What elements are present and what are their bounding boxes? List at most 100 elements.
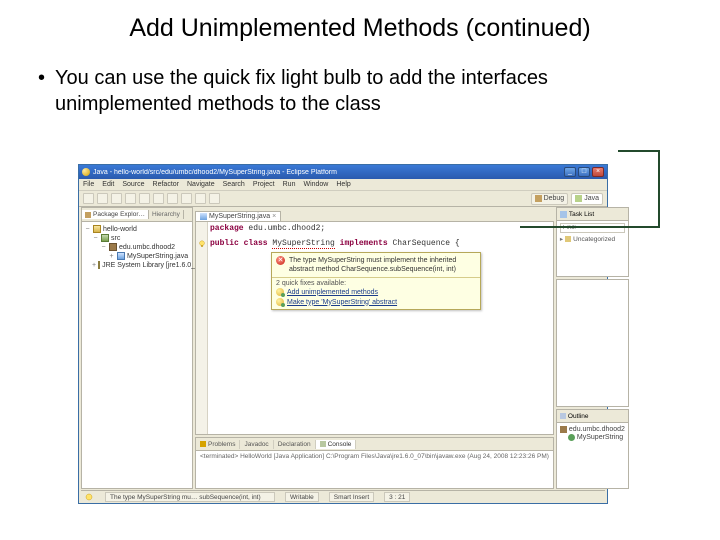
outline-view: Outline edu.umbc.dhood2 MySuperString — [556, 409, 629, 489]
class-icon — [568, 434, 575, 441]
menu-run[interactable]: Run — [283, 181, 296, 188]
class-name-error: MySuperString — [272, 239, 334, 249]
debug-icon — [535, 195, 542, 202]
toolbar-icon[interactable] — [97, 193, 108, 204]
right-column: Task List ▸ All ▸ Uncategorized Outline — [556, 207, 629, 489]
outline-class[interactable]: MySuperString — [560, 434, 625, 441]
tree-package[interactable]: −edu.umbc.dhood2 — [84, 243, 190, 251]
editor-tab-mysuperstring[interactable]: MySuperString.java × — [195, 211, 281, 221]
quick-fix-popup: ✕ The type MySuperString must implement … — [271, 252, 481, 310]
tree-java-file[interactable]: +MySuperString.java — [84, 252, 190, 260]
lightbulb-fix-icon — [276, 298, 284, 306]
package-explorer-tree[interactable]: −hello-world −src −edu.umbc.dhood2 +MySu… — [82, 222, 192, 488]
error-icon: ✕ — [276, 256, 285, 265]
workbench-client: Package Explor… Hierarchy −hello-world −… — [81, 207, 605, 489]
slide-title: Add Unimplemented Methods (continued) — [0, 0, 720, 53]
tab-hierarchy[interactable]: Hierarchy — [149, 210, 184, 219]
annotation-callout-line — [618, 150, 660, 152]
java-file-icon — [200, 213, 207, 220]
annotation-callout-line — [520, 226, 660, 228]
tab-problems[interactable]: Problems — [196, 440, 240, 449]
java-icon — [575, 195, 582, 202]
status-icon — [85, 493, 95, 501]
outline-icon — [560, 413, 566, 419]
editor-ruler — [196, 222, 208, 434]
package-explorer-icon — [85, 212, 91, 218]
window-title: Java - hello-world/src/edu/umbc/dhood2/M… — [93, 169, 564, 176]
toolbar-icon[interactable] — [83, 193, 94, 204]
status-message: The type MySuperString mu… subSequence(i… — [105, 492, 275, 502]
quick-fix-make-abstract-link[interactable]: Make type 'MySuperString' abstract — [287, 299, 397, 306]
minimize-button[interactable]: _ — [564, 167, 576, 177]
error-message: The type MySuperString must implement th… — [289, 256, 476, 274]
status-bar: The type MySuperString mu… subSequence(i… — [81, 490, 605, 503]
bullet-marker: • — [38, 65, 55, 117]
editor-tabs: MySuperString.java × — [195, 207, 554, 221]
code-editor[interactable]: package edu.umbc.dhood2; public class My… — [195, 221, 554, 435]
eclipse-icon — [82, 168, 90, 176]
menu-search[interactable]: Search — [223, 181, 245, 188]
close-button[interactable]: × — [592, 167, 604, 177]
menu-window[interactable]: Window — [303, 181, 328, 188]
bullet-row: • You can use the quick fix light bulb t… — [0, 53, 720, 117]
task-list-view: Task List ▸ All ▸ Uncategorized — [556, 207, 629, 277]
bottom-views: Problems Javadoc Declaration Console <te… — [195, 437, 554, 489]
tree-jre-library[interactable]: +JRE System Library [jre1.6.0_…] — [84, 261, 190, 269]
code-lines: package edu.umbc.dhood2; public class My… — [210, 224, 551, 248]
close-tab-icon[interactable]: × — [272, 213, 276, 220]
status-writable: Writable — [285, 492, 319, 502]
perspective-debug[interactable]: Debug — [531, 193, 569, 205]
perspective-java[interactable]: Java — [571, 193, 603, 205]
menu-file[interactable]: File — [83, 181, 94, 188]
menu-refactor[interactable]: Refactor — [153, 181, 179, 188]
lightbulb-fix-icon — [276, 288, 284, 296]
menu-help[interactable]: Help — [336, 181, 350, 188]
status-insert-mode: Smart Insert — [329, 492, 374, 502]
menu-source[interactable]: Source — [122, 181, 144, 188]
toolbar-icon[interactable] — [125, 193, 136, 204]
menu-navigate[interactable]: Navigate — [187, 181, 215, 188]
tab-declaration[interactable]: Declaration — [274, 440, 316, 449]
tab-package-explorer[interactable]: Package Explor… — [82, 210, 149, 219]
menu-project[interactable]: Project — [253, 181, 275, 188]
tasklist-icon — [560, 211, 567, 218]
tab-console[interactable]: Console — [316, 440, 357, 449]
tree-project[interactable]: −hello-world — [84, 225, 190, 233]
menu-edit[interactable]: Edit — [102, 181, 114, 188]
eclipse-window: Java - hello-world/src/edu/umbc/dhood2/M… — [78, 164, 608, 504]
outline-package[interactable]: edu.umbc.dhood2 — [560, 426, 625, 433]
quick-fix-add-unimplemented-link[interactable]: Add unimplemented methods — [287, 289, 378, 296]
tree-src-folder[interactable]: −src — [84, 234, 190, 242]
window-titlebar: Java - hello-world/src/edu/umbc/dhood2/M… — [79, 165, 607, 179]
task-find-input[interactable] — [560, 223, 625, 233]
quick-fix-make-abstract[interactable]: Make type 'MySuperString' abstract — [272, 297, 480, 307]
toolbar-icon[interactable] — [111, 193, 122, 204]
annotation-callout-line — [658, 150, 660, 228]
console-output: <terminated> HelloWorld [Java Applicatio… — [196, 451, 553, 488]
bullet-text: You can use the quick fix light bulb to … — [55, 65, 672, 117]
toolbar-icon[interactable] — [195, 193, 206, 204]
toolbar-icon[interactable] — [139, 193, 150, 204]
task-uncategorized[interactable]: ▸ Uncategorized — [560, 235, 625, 243]
quick-fix-add-unimplemented[interactable]: Add unimplemented methods — [272, 287, 480, 297]
toolbar-icon[interactable] — [153, 193, 164, 204]
folder-icon — [565, 236, 571, 242]
perspective-java-label: Java — [584, 195, 599, 202]
toolbar-icon[interactable] — [209, 193, 220, 204]
quick-fix-bulb-icon[interactable] — [198, 240, 206, 248]
package-icon — [560, 426, 567, 433]
tab-javadoc[interactable]: Javadoc — [240, 440, 273, 449]
quick-fix-count: 2 quick fixes available: — [272, 278, 480, 287]
empty-view — [556, 279, 629, 407]
maximize-button[interactable]: □ — [578, 167, 590, 177]
tab-package-explorer-label: Package Explor… — [93, 211, 145, 218]
package-explorer-view: Package Explor… Hierarchy −hello-world −… — [81, 207, 193, 489]
editor-area: MySuperString.java × package edu.umbc.dh… — [195, 207, 554, 489]
toolbar-icon[interactable] — [167, 193, 178, 204]
task-list-title: Task List — [569, 211, 594, 218]
editor-tab-label: MySuperString.java — [209, 213, 270, 220]
perspective-debug-label: Debug — [544, 195, 565, 202]
left-view-tabs: Package Explor… Hierarchy — [82, 208, 192, 222]
toolbar-icon[interactable] — [181, 193, 192, 204]
main-toolbar: Debug Java — [79, 191, 607, 207]
